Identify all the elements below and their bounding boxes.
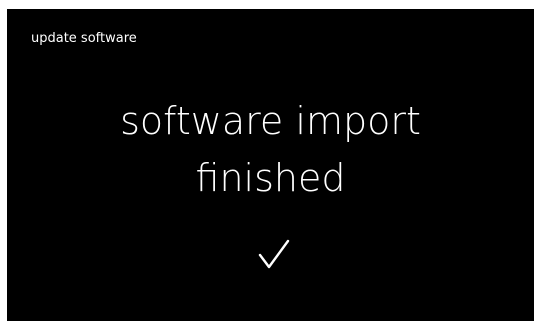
status-message-line-1: software import (120, 99, 421, 143)
status-message-line-2: finished (195, 156, 346, 200)
checkmark-icon (258, 239, 290, 269)
screen-title: update software (31, 31, 137, 46)
device-screen: update software software import finished (7, 9, 534, 321)
